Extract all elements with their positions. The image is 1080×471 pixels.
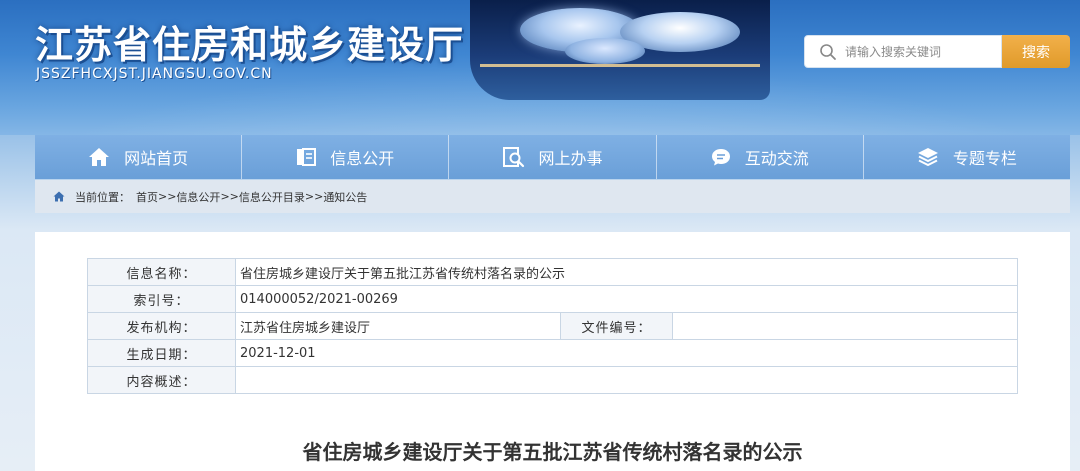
nav-item-label: 网上办事 <box>538 149 603 168</box>
nav-item-label: 互动交流 <box>744 149 809 168</box>
layers-icon <box>917 147 939 167</box>
summary-label: 内容概述： <box>87 366 236 394</box>
nav-item-interaction[interactable]: 互动交流 <box>657 135 864 179</box>
search-button[interactable]: 搜索 <box>1002 35 1070 68</box>
nav-item-online-service[interactable]: 网上办事 <box>449 135 657 179</box>
nav-item-special-topics[interactable]: 专题专栏 <box>864 135 1070 179</box>
home-icon <box>88 147 110 167</box>
breadcrumb-item-info-public[interactable]: 信息公开 <box>176 189 220 205</box>
breadcrumb-item-notices[interactable]: 通知公告 <box>323 189 367 205</box>
site-title[interactable]: 江苏省住房和城乡建设厅 <box>35 14 464 69</box>
nav-item-label: 信息公开 <box>330 149 395 168</box>
main-nav: 网站首页 信息公开 网上办事 互动交流 专题专栏 <box>35 135 1070 179</box>
header-banner-image <box>470 0 770 100</box>
nav-item-label: 专题专栏 <box>952 149 1017 168</box>
file-number-label: 文件编号： <box>560 312 673 340</box>
nav-item-label: 网站首页 <box>124 149 189 168</box>
search-document-icon <box>502 146 525 168</box>
date-label: 生成日期： <box>87 339 236 367</box>
breadcrumb: 当前位置： 首页 >> 信息公开 >> 信息公开目录 >> 通知公告 <box>35 180 1070 213</box>
search-icon <box>819 43 837 61</box>
document-icon <box>296 147 317 167</box>
breadcrumb-prefix: 当前位置： <box>75 190 130 204</box>
publisher-value: 江苏省住房城乡建设厅 <box>235 312 561 340</box>
nav-item-info-public[interactable]: 信息公开 <box>242 135 450 179</box>
breadcrumb-separator: >> <box>158 190 177 203</box>
table-row: 信息名称： 省住房城乡建设厅关于第五批江苏省传统村落名录的公示 <box>87 258 1018 286</box>
content-panel: 信息名称： 省住房城乡建设厅关于第五批江苏省传统村落名录的公示 索引号： 014… <box>35 232 1070 471</box>
file-number-value <box>672 312 1018 340</box>
breadcrumb-item-info-catalog[interactable]: 信息公开目录 <box>239 189 305 205</box>
date-value: 2021-12-01 <box>235 339 1018 367</box>
search-box <box>804 35 1002 68</box>
info-name-label: 信息名称： <box>87 258 236 286</box>
table-row: 生成日期： 2021-12-01 <box>87 339 1018 367</box>
publisher-label: 发布机构： <box>87 312 236 340</box>
breadcrumb-separator: >> <box>304 190 324 203</box>
site-domain: JSSZFHCXJST.JIANGSU.GOV.CN <box>36 66 273 82</box>
table-row: 索引号： 014000052/2021-00269 <box>87 285 1018 313</box>
search-input[interactable] <box>845 44 995 59</box>
info-table: 信息名称： 省住房城乡建设厅关于第五批江苏省传统村落名录的公示 索引号： 014… <box>87 258 1018 394</box>
breadcrumb-separator: >> <box>220 190 239 203</box>
index-number-label: 索引号： <box>87 285 236 313</box>
summary-value <box>235 366 1018 394</box>
document-title: 省住房城乡建设厅关于第五批江苏省传统村落名录的公示 <box>302 440 803 464</box>
index-number-value: 014000052/2021-00269 <box>235 285 1018 313</box>
breadcrumb-item-home[interactable]: 首页 <box>136 189 158 205</box>
table-row: 发布机构： 江苏省住房城乡建设厅 文件编号： <box>87 312 1018 340</box>
info-name-value: 省住房城乡建设厅关于第五批江苏省传统村落名录的公示 <box>235 258 1018 286</box>
nav-item-home[interactable]: 网站首页 <box>35 135 243 179</box>
chat-icon <box>711 147 731 167</box>
table-row: 内容概述： <box>87 366 1018 394</box>
home-icon <box>53 191 65 202</box>
